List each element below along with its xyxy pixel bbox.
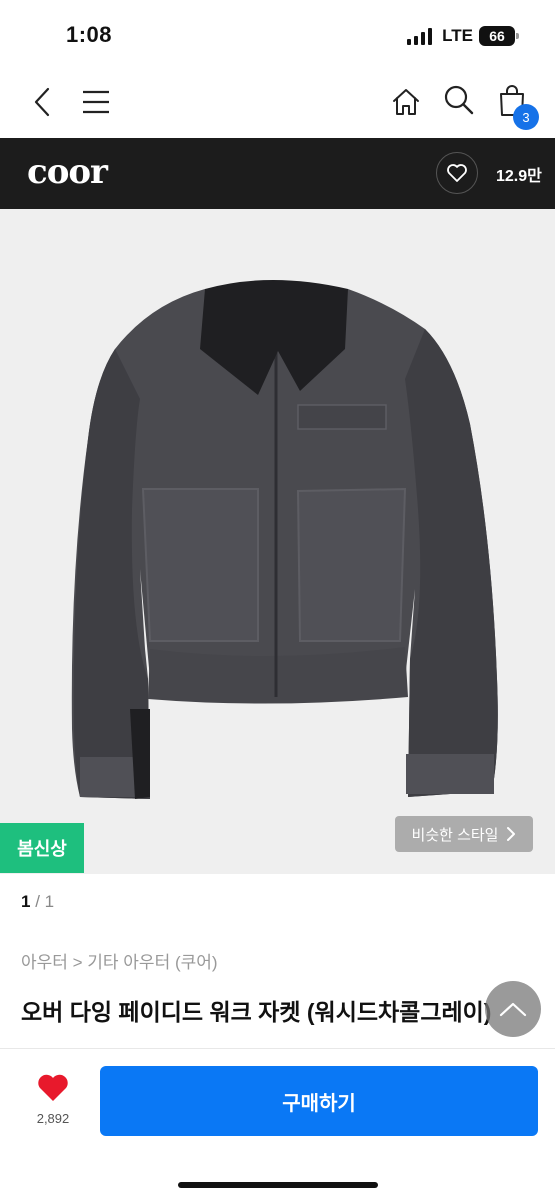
brand-logo[interactable]: coor: [27, 152, 108, 192]
status-indicators: LTE 66: [407, 26, 519, 46]
menu-button[interactable]: [74, 80, 118, 124]
scroll-top-button[interactable]: [485, 981, 541, 1037]
similar-style-button[interactable]: 비슷한 스타일: [395, 816, 533, 852]
home-indicator: [178, 1182, 378, 1188]
product-title: 오버 다잉 페이디드 워크 자켓 (워시드차콜그레이): [21, 999, 492, 1025]
chevron-left-icon: [34, 87, 50, 117]
brand-like-button[interactable]: [436, 152, 478, 194]
pager-separator: /: [35, 892, 45, 911]
status-bar: 1:08 LTE 66: [0, 0, 555, 70]
home-button[interactable]: [384, 80, 428, 124]
signal-icon: [407, 27, 433, 45]
pager-current: 1: [21, 892, 31, 911]
battery-icon: 66: [479, 26, 519, 46]
product-photo: [71, 280, 498, 799]
network-label: LTE: [442, 26, 473, 45]
brand-bar: coor 12.9만: [0, 138, 555, 209]
like-count: 2,892: [36, 1111, 70, 1126]
product-image-gallery[interactable]: 봄신상 비슷한 스타일: [0, 209, 555, 874]
home-icon: [393, 89, 419, 115]
battery-level: 66: [489, 28, 505, 44]
brand-like-count: 12.9만: [496, 168, 542, 185]
pager-total: 1: [44, 892, 55, 911]
search-button[interactable]: [437, 78, 481, 122]
new-arrival-badge: 봄신상: [0, 823, 84, 873]
hamburger-icon: [83, 90, 109, 114]
chevron-right-icon: [507, 827, 516, 841]
similar-style-label: 비슷한 스타일: [411, 826, 499, 844]
image-pager: 1 / 1: [21, 892, 54, 912]
buy-button[interactable]: 구매하기: [100, 1066, 538, 1136]
search-icon: [444, 85, 474, 115]
back-button[interactable]: [20, 80, 64, 124]
heart-outline-icon: [447, 164, 467, 182]
category-breadcrumb[interactable]: 아우터 > 기타 아우터 (쿠어): [21, 948, 218, 973]
chevron-up-icon: [499, 1002, 527, 1017]
nav-bar: [0, 70, 555, 138]
like-button[interactable]: 2,892: [28, 1073, 78, 1126]
heart-filled-icon: [38, 1074, 68, 1101]
bottom-action-bar: 2,892 구매하기: [0, 1048, 555, 1200]
cart-count-badge: 3: [513, 104, 539, 130]
status-time: 1:08: [66, 22, 113, 47]
